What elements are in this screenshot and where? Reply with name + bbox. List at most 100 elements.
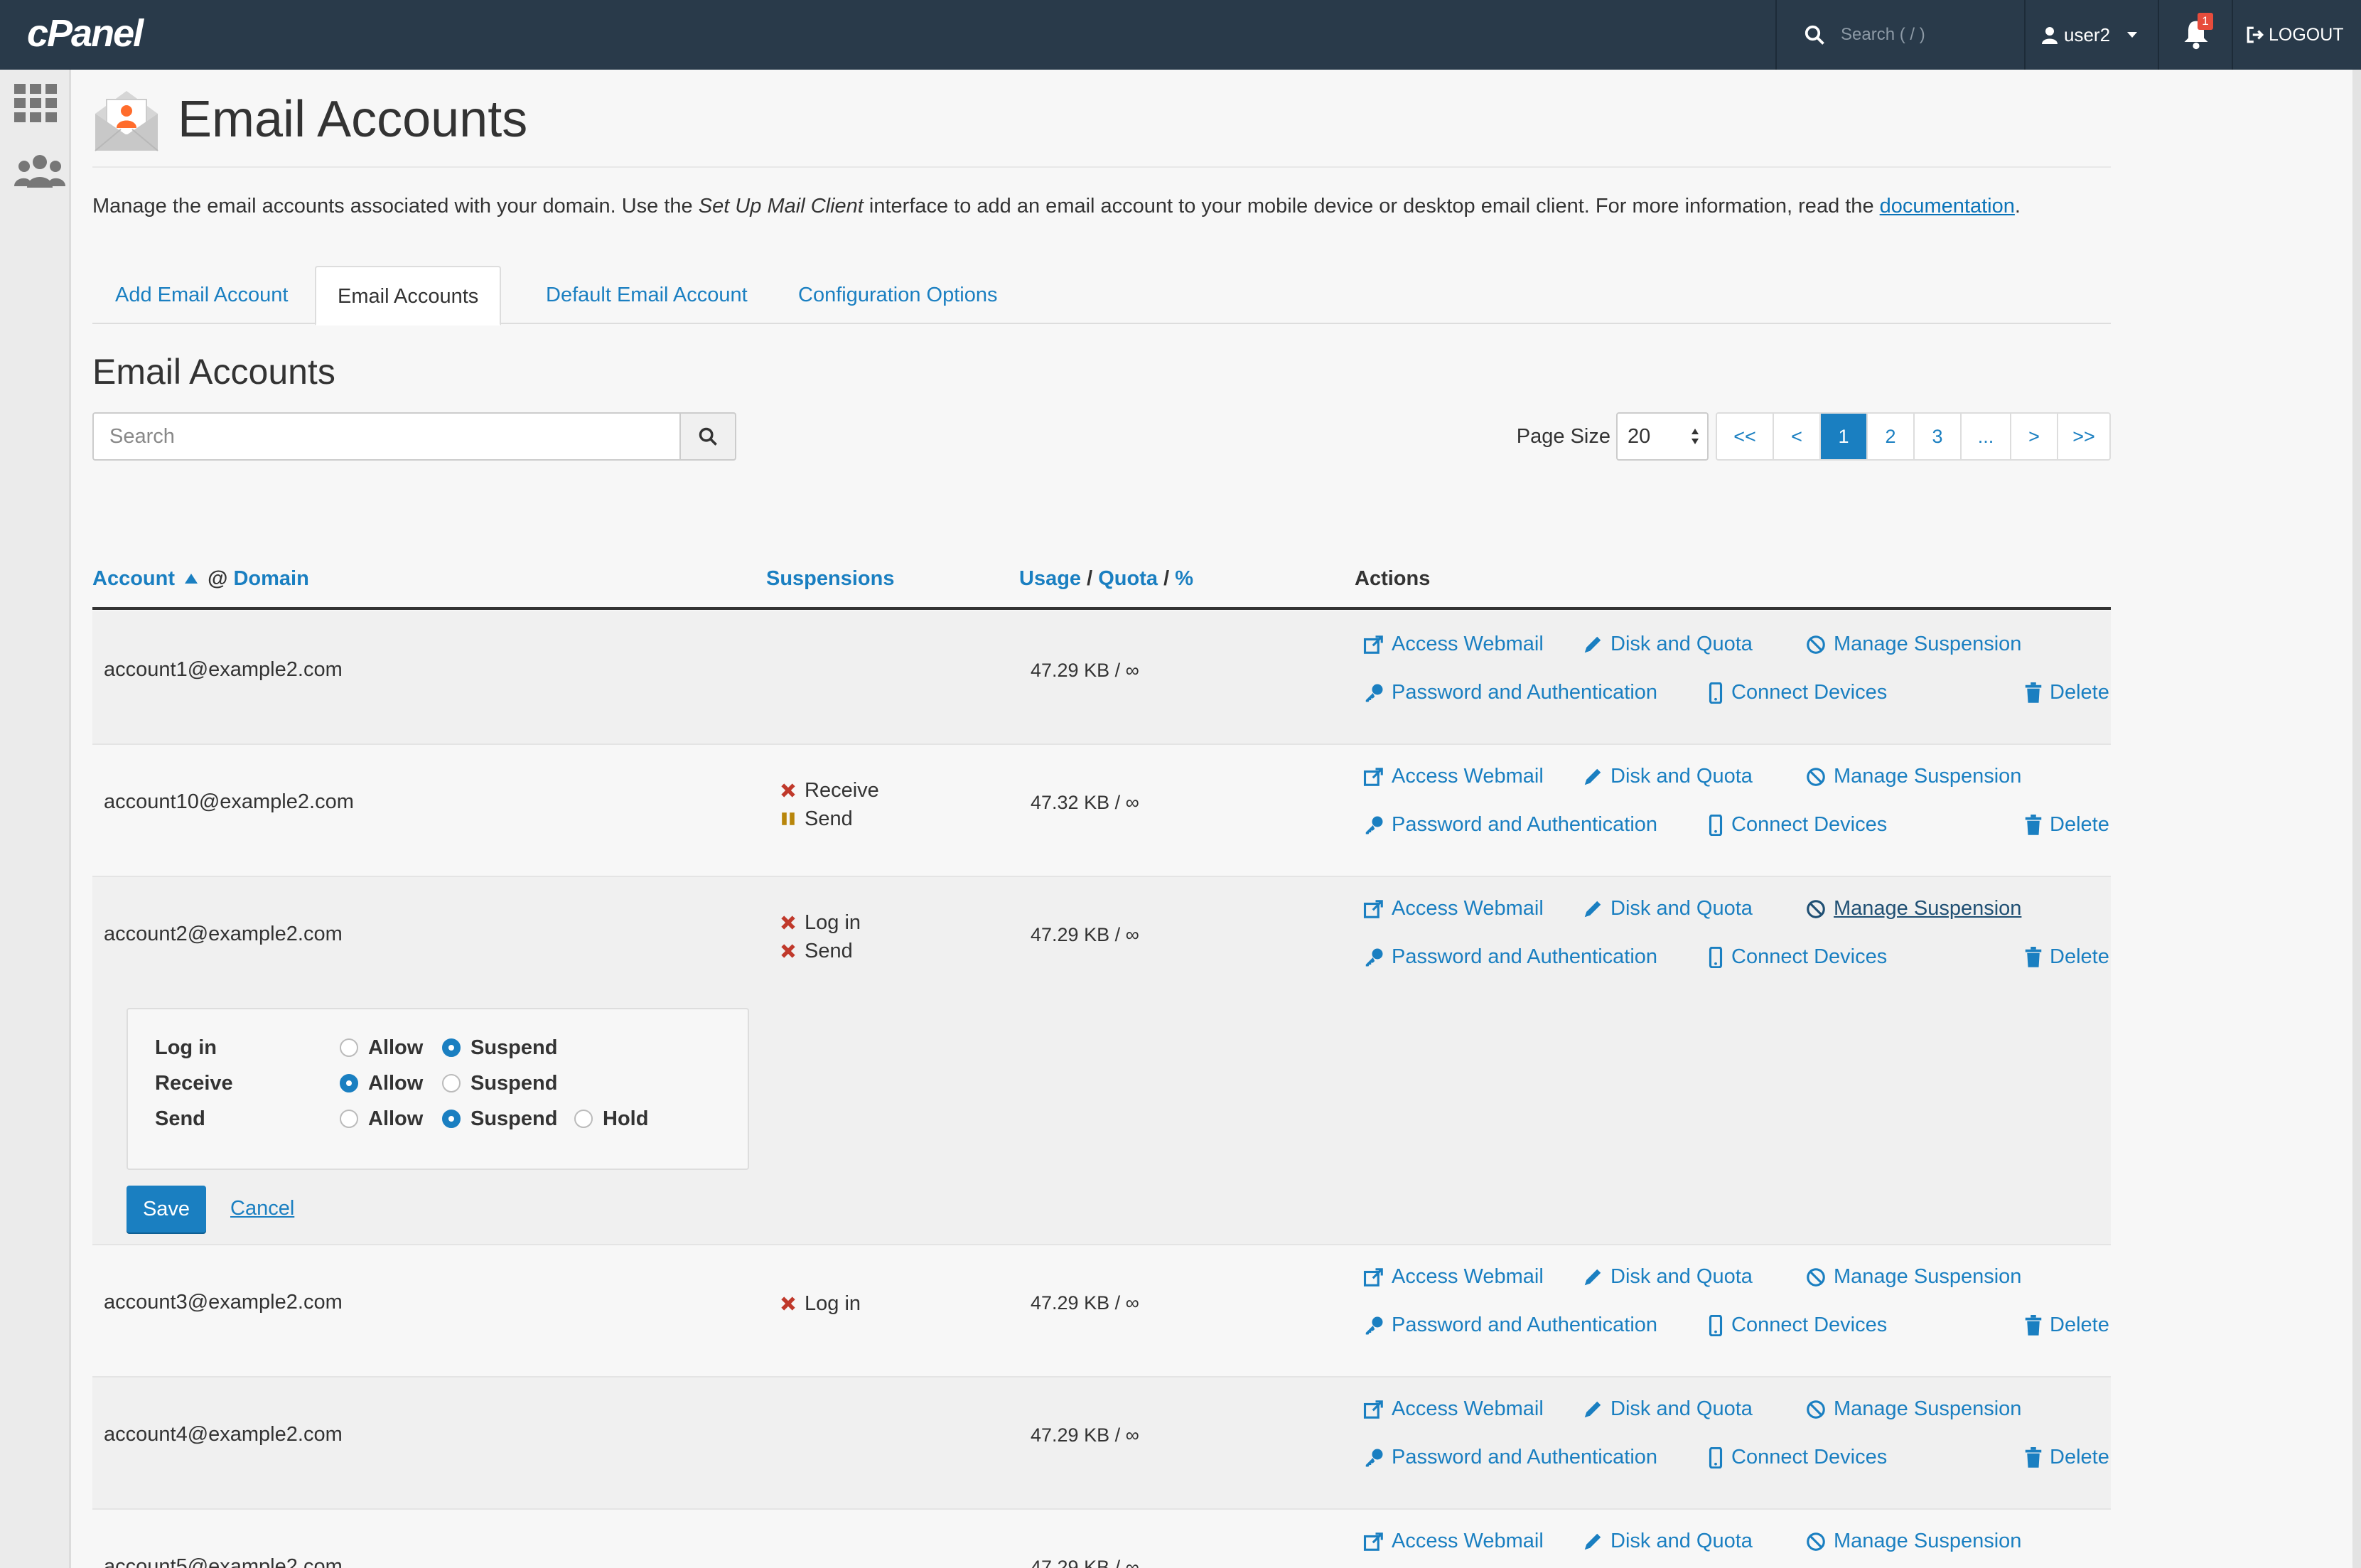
delete-link[interactable]: Delete [2024, 945, 2109, 969]
ban-icon [1807, 1532, 1825, 1551]
manage-suspension-link[interactable]: Manage Suspension [1805, 633, 2021, 656]
suspension-setting-login: Log in Allow Suspend [155, 1033, 724, 1062]
access-webmail-link[interactable]: Access Webmail [1363, 633, 1544, 656]
account-usage: 47.29 KB / ∞ [1031, 660, 1139, 681]
password-auth-link[interactable]: Password and Authentication [1363, 813, 1657, 837]
pager-page-1[interactable]: 1 [1819, 414, 1866, 459]
delete-link[interactable]: Delete [2024, 1446, 2109, 1469]
sort-domain[interactable]: Domain [233, 567, 308, 590]
disk-quota-link[interactable]: Disk and Quota [1582, 897, 1753, 920]
radio-button[interactable] [340, 1110, 358, 1128]
search-button[interactable] [681, 412, 736, 461]
manage-suspension-link[interactable]: Manage Suspension [1805, 1265, 2021, 1289]
table-row: account10@example2.com Receive Send 47.3… [92, 745, 2111, 877]
password-auth-link[interactable]: Password and Authentication [1363, 1446, 1657, 1469]
external-link-icon [1363, 1400, 1383, 1419]
connect-devices-link[interactable]: Connect Devices [1707, 1446, 1887, 1469]
radio-button-selected[interactable] [442, 1038, 461, 1057]
scrollbar-track[interactable] [2352, 70, 2361, 1568]
delete-link[interactable]: Delete [2024, 813, 2109, 837]
access-webmail-link[interactable]: Access Webmail [1363, 897, 1544, 920]
suspension-label: Log in [805, 911, 861, 934]
disk-quota-link[interactable]: Disk and Quota [1582, 1265, 1753, 1289]
manage-suspension-link[interactable]: Manage Suspension [1805, 1530, 2021, 1553]
send-allow-radio[interactable]: Allow [340, 1107, 423, 1131]
tab-add-email-account[interactable]: Add Email Account [94, 266, 309, 324]
access-webmail-link[interactable]: Access Webmail [1363, 1397, 1544, 1421]
cancel-link[interactable]: Cancel [230, 1197, 294, 1220]
access-webmail-link[interactable]: Access Webmail [1363, 1530, 1544, 1553]
radio-button[interactable] [442, 1074, 461, 1092]
logout-label: LOGOUT [2269, 24, 2344, 45]
pager-ellipsis[interactable]: ... [1960, 414, 2010, 459]
sort-quota[interactable]: Quota [1098, 567, 1158, 590]
account-email: account4@example2.com [104, 1423, 343, 1446]
password-auth-link[interactable]: Password and Authentication [1363, 945, 1657, 969]
login-allow-radio[interactable]: Allow [340, 1036, 423, 1060]
manage-suspension-link[interactable]: Manage Suspension [1805, 765, 2021, 788]
action-label: Delete [2050, 681, 2109, 704]
manage-suspension-link[interactable]: Manage Suspension [1805, 1397, 2021, 1421]
send-hold-radio[interactable]: Hold [574, 1107, 648, 1131]
suspension-label: Log in [805, 1292, 861, 1315]
radio-button[interactable] [340, 1038, 358, 1057]
sort-usage[interactable]: Usage [1019, 567, 1081, 590]
receive-allow-radio[interactable]: Allow [340, 1072, 423, 1095]
disk-quota-link[interactable]: Disk and Quota [1582, 633, 1753, 656]
user-menu[interactable]: user2 [2041, 0, 2139, 70]
table-row: account4@example2.com 47.29 KB / ∞ Acces… [92, 1378, 2111, 1510]
disk-quota-link[interactable]: Disk and Quota [1582, 1397, 1753, 1421]
delete-link[interactable]: Delete [2024, 1314, 2109, 1337]
sort-account[interactable]: Account [92, 567, 175, 590]
save-button[interactable]: Save [127, 1186, 206, 1233]
send-suspend-radio[interactable]: Suspend [442, 1107, 557, 1131]
global-search-input[interactable] [1841, 25, 2011, 45]
login-suspend-radio[interactable]: Suspend [442, 1036, 557, 1060]
action-label: Manage Suspension [1834, 765, 2022, 788]
column-header-suspensions[interactable]: Suspensions [766, 567, 895, 591]
global-search[interactable] [1777, 0, 2024, 70]
logout-button[interactable]: LOGOUT [2246, 0, 2344, 70]
pager-prev[interactable]: < [1773, 414, 1819, 459]
password-auth-link[interactable]: Password and Authentication [1363, 1314, 1657, 1337]
radio-button-selected[interactable] [340, 1074, 358, 1092]
radio-button-selected[interactable] [442, 1110, 461, 1128]
account-usage: 47.29 KB / ∞ [1031, 1292, 1139, 1314]
connect-devices-link[interactable]: Connect Devices [1707, 681, 1887, 704]
divider [2158, 0, 2159, 70]
tab-email-accounts[interactable]: Email Accounts [315, 266, 502, 326]
cpanel-logo[interactable]: cPanel [27, 9, 144, 58]
sort-percent[interactable]: % [1175, 567, 1193, 590]
receive-suspend-radio[interactable]: Suspend [442, 1072, 557, 1095]
disk-quota-link[interactable]: Disk and Quota [1582, 1530, 1753, 1553]
column-header-account: Account @ Domain [92, 567, 309, 591]
ban-icon [1807, 635, 1825, 654]
delete-link[interactable]: Delete [2024, 681, 2109, 704]
page-size-select[interactable]: 20 [1616, 412, 1709, 461]
password-auth-link[interactable]: Password and Authentication [1363, 681, 1657, 704]
pager-last[interactable]: >> [2057, 414, 2109, 459]
manage-suspension-link-active[interactable]: Manage Suspension [1805, 897, 2021, 920]
connect-devices-link[interactable]: Connect Devices [1707, 1314, 1887, 1337]
account-search-input[interactable] [92, 412, 681, 461]
pager-page-2[interactable]: 2 [1866, 414, 1913, 459]
mobile-icon [1709, 1314, 1723, 1336]
pager-first[interactable]: << [1717, 414, 1773, 459]
pager-page-3[interactable]: 3 [1913, 414, 1960, 459]
action-label: Password and Authentication [1392, 945, 1658, 968]
users-icon[interactable] [14, 154, 65, 188]
action-label: Connect Devices [1731, 1314, 1888, 1336]
suspension-list: Receive Send [780, 776, 879, 833]
tab-configuration-options[interactable]: Configuration Options [777, 266, 1019, 324]
tab-default-email-account[interactable]: Default Email Account [525, 266, 769, 324]
grid-icon[interactable] [14, 84, 57, 122]
disk-quota-link[interactable]: Disk and Quota [1582, 765, 1753, 788]
radio-button[interactable] [574, 1110, 593, 1128]
access-webmail-link[interactable]: Access Webmail [1363, 1265, 1544, 1289]
connect-devices-link[interactable]: Connect Devices [1707, 945, 1887, 969]
suspension-label: Send [805, 807, 853, 830]
documentation-link[interactable]: documentation [1880, 195, 2015, 218]
connect-devices-link[interactable]: Connect Devices [1707, 813, 1887, 837]
access-webmail-link[interactable]: Access Webmail [1363, 765, 1544, 788]
pager-next[interactable]: > [2010, 414, 2057, 459]
